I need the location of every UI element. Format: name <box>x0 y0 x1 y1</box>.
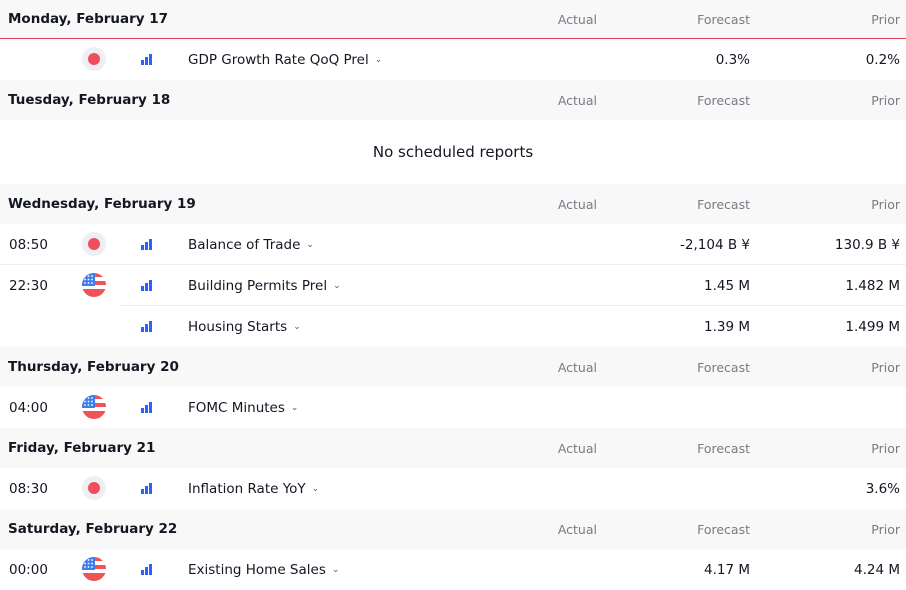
chevron-down-icon[interactable]: ⌄ <box>333 281 341 291</box>
day-title: Wednesday, February 19 <box>8 196 196 212</box>
day-title: Friday, February 21 <box>8 440 156 456</box>
japan-flag-icon <box>82 476 106 500</box>
column-actual: Actual <box>557 440 597 456</box>
event-prior: 1.482 M <box>845 277 900 294</box>
event-forecast: 0.3% <box>715 51 750 68</box>
event-label: GDP Growth Rate QoQ Prel <box>188 51 369 68</box>
importance-bars-icon <box>141 483 153 494</box>
event-prior: 1.499 M <box>845 318 900 335</box>
event-row[interactable]: 08:50 Balance of Trade ⌄ -2,104 B ¥ 130.9… <box>0 224 906 265</box>
event-label: Balance of Trade <box>188 236 301 253</box>
day-header: Wednesday, February 19 Actual Forecast P… <box>0 184 906 224</box>
event-time: 08:50 <box>9 236 48 253</box>
event-prior: 130.9 B ¥ <box>834 236 900 253</box>
day-header: Friday, February 21 Actual Forecast Prio… <box>0 428 906 468</box>
column-actual: Actual <box>557 92 597 108</box>
column-forecast: Forecast <box>697 196 750 212</box>
column-actual: Actual <box>557 521 597 537</box>
event-time: 22:30 <box>9 277 48 294</box>
column-actual: Actual <box>557 11 597 27</box>
importance-bars-icon <box>141 564 153 575</box>
us-flag-icon <box>82 395 106 419</box>
day-title: Saturday, February 22 <box>8 521 178 537</box>
column-prior: Prior <box>871 92 900 108</box>
event-label: FOMC Minutes <box>188 399 285 416</box>
column-prior: Prior <box>871 521 900 537</box>
chevron-down-icon[interactable]: ⌄ <box>312 484 320 494</box>
event-time: 04:00 <box>9 399 48 416</box>
event-row[interactable]: 08:30 Inflation Rate YoY ⌄ 3.6% <box>0 468 906 509</box>
japan-flag-icon <box>82 47 106 71</box>
event-row[interactable]: 22:30 Building Permits Prel ⌄ 1.45 M 1.48… <box>0 265 906 306</box>
column-prior: Prior <box>871 359 900 375</box>
importance-bars-icon <box>141 54 153 65</box>
chevron-down-icon[interactable]: ⌄ <box>291 403 299 413</box>
event-prior: 3.6% <box>865 480 900 497</box>
event-label: Building Permits Prel <box>188 277 328 294</box>
event-name[interactable]: Balance of Trade ⌄ <box>188 237 314 253</box>
chevron-down-icon[interactable]: ⌄ <box>332 565 340 575</box>
column-actual: Actual <box>557 359 597 375</box>
event-row[interactable]: 04:00 FOMC Minutes ⌄ <box>0 387 906 428</box>
empty-message: No scheduled reports <box>372 143 534 161</box>
event-prior: 4.24 M <box>854 561 900 578</box>
event-row[interactable]: Housing Starts ⌄ 1.39 M 1.499 M <box>0 306 906 347</box>
day-title: Monday, February 17 <box>8 11 169 27</box>
chevron-down-icon[interactable]: ⌄ <box>293 322 301 332</box>
day-header: Thursday, February 20 Actual Forecast Pr… <box>0 347 906 387</box>
column-forecast: Forecast <box>697 359 750 375</box>
event-name[interactable]: GDP Growth Rate QoQ Prel ⌄ <box>188 52 382 68</box>
column-forecast: Forecast <box>697 92 750 108</box>
day-header: Tuesday, February 18 Actual Forecast Pri… <box>0 80 906 120</box>
column-prior: Prior <box>871 11 900 27</box>
japan-flag-icon <box>82 232 106 256</box>
column-actual: Actual <box>557 196 597 212</box>
event-label: Inflation Rate YoY <box>188 480 306 497</box>
importance-bars-icon <box>141 321 153 332</box>
event-name[interactable]: Existing Home Sales ⌄ <box>188 562 339 578</box>
economic-calendar: Monday, February 17 Actual Forecast Prio… <box>0 0 906 590</box>
event-time: 00:00 <box>9 561 48 578</box>
event-time: 08:30 <box>9 480 48 497</box>
event-label: Housing Starts <box>188 318 288 335</box>
day-header: Monday, February 17 Actual Forecast Prio… <box>0 0 906 39</box>
day-title: Tuesday, February 18 <box>8 92 171 108</box>
day-header: Saturday, February 22 Actual Forecast Pr… <box>0 509 906 549</box>
chevron-down-icon[interactable]: ⌄ <box>306 240 314 250</box>
event-row[interactable]: 00:00 Existing Home Sales ⌄ 4.17 M 4.24 M <box>0 549 906 590</box>
importance-bars-icon <box>141 239 153 250</box>
event-name[interactable]: Housing Starts ⌄ <box>188 319 301 335</box>
event-name[interactable]: Building Permits Prel ⌄ <box>188 278 341 294</box>
event-label: Existing Home Sales <box>188 561 326 578</box>
event-forecast: 1.45 M <box>704 277 750 294</box>
importance-bars-icon <box>141 280 153 291</box>
column-forecast: Forecast <box>697 11 750 27</box>
day-title: Thursday, February 20 <box>8 359 179 375</box>
column-forecast: Forecast <box>697 521 750 537</box>
event-forecast: 1.39 M <box>704 318 750 335</box>
event-forecast: 4.17 M <box>704 561 750 578</box>
us-flag-icon <box>82 557 106 581</box>
event-name[interactable]: Inflation Rate YoY ⌄ <box>188 481 319 497</box>
event-forecast: -2,104 B ¥ <box>680 236 750 253</box>
column-prior: Prior <box>871 440 900 456</box>
event-prior: 0.2% <box>865 51 900 68</box>
column-prior: Prior <box>871 196 900 212</box>
us-flag-icon <box>82 273 106 297</box>
column-forecast: Forecast <box>697 440 750 456</box>
importance-bars-icon <box>141 402 153 413</box>
chevron-down-icon[interactable]: ⌄ <box>375 55 383 65</box>
event-row[interactable]: GDP Growth Rate QoQ Prel ⌄ 0.3% 0.2% <box>0 39 906 80</box>
event-name[interactable]: FOMC Minutes ⌄ <box>188 400 298 416</box>
